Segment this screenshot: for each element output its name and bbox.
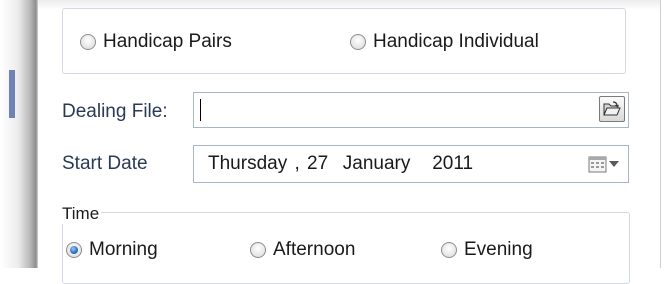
radio-afternoon[interactable]: Afternoon [250, 239, 355, 261]
radio-button-icon[interactable] [80, 34, 96, 50]
radio-label: Evening [464, 239, 533, 260]
folder-open-icon [603, 101, 621, 116]
start-date-label: Start Date [62, 153, 148, 174]
radio-button-icon[interactable] [350, 34, 366, 50]
start-date-picker[interactable]: Thursday , 27 January 2011 [193, 145, 629, 183]
radio-morning[interactable]: Morning [66, 239, 158, 261]
radio-button-icon[interactable] [250, 242, 266, 258]
date-month[interactable]: January [343, 153, 411, 174]
browse-file-button[interactable] [599, 96, 625, 122]
radio-label: Afternoon [273, 239, 356, 260]
calendar-icon [588, 156, 607, 173]
radio-evening[interactable]: Evening [441, 239, 533, 261]
chevron-down-icon [609, 161, 619, 167]
radio-label: Handicap Individual [373, 31, 539, 52]
time-group-label: Time [60, 204, 102, 224]
calendar-dropdown-button[interactable] [588, 153, 622, 175]
date-weekday[interactable]: Thursday [208, 153, 287, 174]
text-caret [200, 99, 201, 121]
radio-label: Morning [89, 239, 158, 260]
radio-label: Handicap Pairs [103, 31, 232, 52]
dealing-file-input[interactable] [193, 92, 629, 128]
date-day[interactable]: 27 [307, 153, 328, 174]
background-window-fragment [9, 70, 15, 118]
dealing-file-label: Dealing File: [62, 101, 168, 122]
radio-button-selected-icon[interactable] [66, 242, 82, 258]
radio-button-icon[interactable] [441, 242, 457, 258]
date-value: Thursday , 27 January 2011 [208, 153, 473, 175]
window-edge-shadow [0, 0, 38, 268]
radio-handicap-individual[interactable]: Handicap Individual [350, 31, 539, 53]
radio-handicap-pairs[interactable]: Handicap Pairs [80, 31, 232, 53]
date-year[interactable]: 2011 [432, 153, 473, 174]
